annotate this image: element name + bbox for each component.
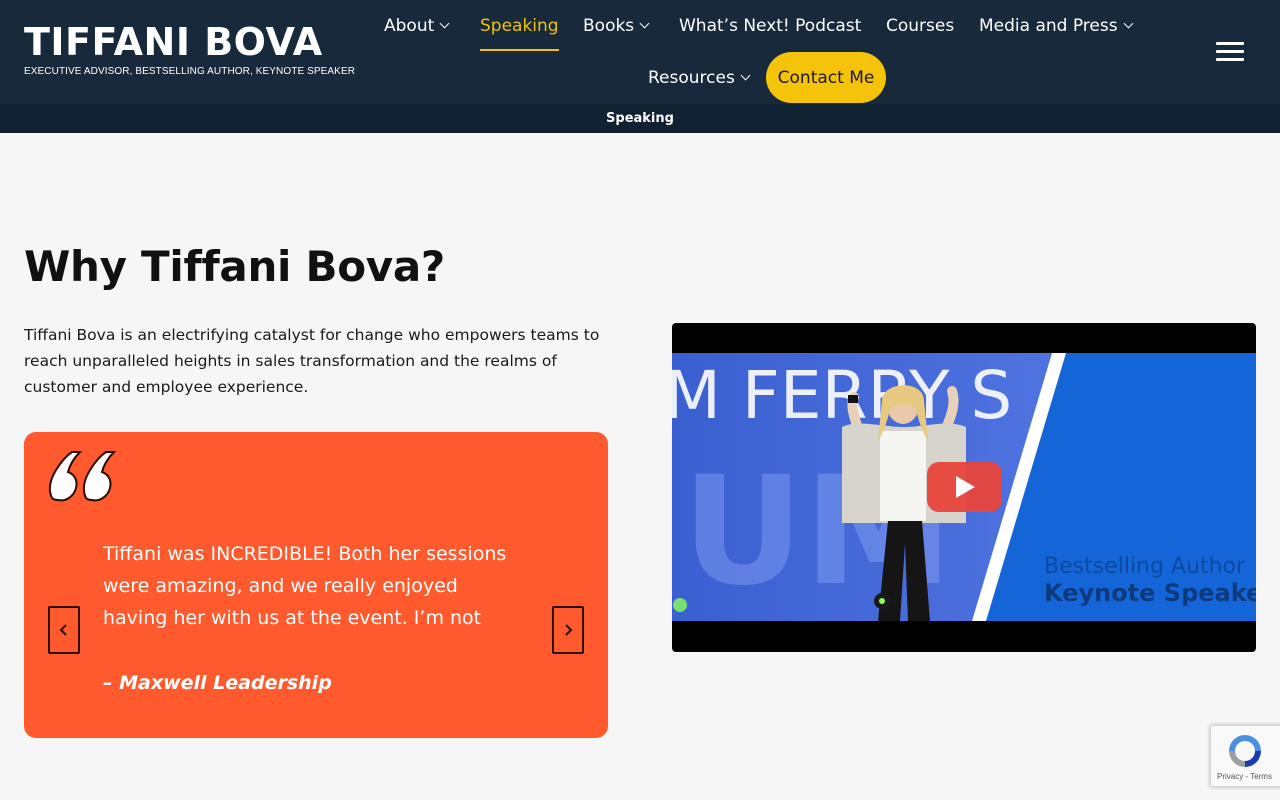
- contact-button[interactable]: Contact Me: [766, 52, 886, 103]
- nav-speaking-label: Speaking: [480, 16, 559, 36]
- quote-icon: [46, 450, 120, 510]
- testimonial-prev-button[interactable]: [48, 606, 80, 654]
- nav-podcast-label: What’s Next! Podcast: [679, 16, 862, 36]
- play-icon: [955, 476, 975, 498]
- logo-tagline: EXECUTIVE ADVISOR, BESTSELLING AUTHOR, K…: [24, 66, 356, 77]
- nav-about[interactable]: About: [384, 14, 450, 38]
- nav-books-label: Books: [583, 16, 635, 36]
- hamburger-menu-icon[interactable]: [1216, 40, 1246, 64]
- nav-books[interactable]: Books: [583, 14, 650, 38]
- recaptcha-terms[interactable]: Privacy - Terms: [1217, 772, 1272, 781]
- recaptcha-icon: [1229, 735, 1261, 767]
- chevron-down-icon: [639, 18, 650, 29]
- nav-courses[interactable]: Courses: [886, 14, 954, 38]
- logo-name: TIFFANI BOVA: [24, 20, 323, 64]
- testimonial-author: – Maxwell Leadership: [103, 672, 332, 694]
- nav-speaking[interactable]: Speaking: [480, 14, 559, 51]
- nav-podcast[interactable]: What’s Next! Podcast: [679, 14, 861, 38]
- testimonial-card: Tiffani was INCREDIBLE! Both her session…: [24, 432, 608, 738]
- recaptcha-badge[interactable]: Privacy - Terms: [1210, 725, 1280, 787]
- testimonial-quote: Tiffani was INCREDIBLE! Both her session…: [103, 543, 507, 629]
- video-backdrop-text: M FERRY S: [672, 357, 1012, 434]
- site-header: TIFFANI BOVA EXECUTIVE ADVISOR, BESTSELL…: [0, 0, 1280, 104]
- video-overlay-line1: Bestselling Author: [1044, 554, 1246, 579]
- nav-courses-label: Courses: [886, 16, 955, 36]
- active-nav-underline: [480, 49, 559, 51]
- nav-resources[interactable]: Resources: [648, 66, 751, 90]
- breadcrumb: Speaking: [0, 104, 1280, 133]
- chevron-left-icon: [59, 624, 67, 636]
- nav-about-label: About: [384, 16, 435, 36]
- chevron-right-icon: [565, 624, 573, 636]
- nav-resources-label: Resources: [648, 68, 735, 88]
- page-title: Why Tiffani Bova?: [24, 242, 445, 291]
- chevron-down-icon: [740, 70, 751, 81]
- chevron-down-icon: [439, 18, 450, 29]
- testimonial-next-button[interactable]: [552, 606, 584, 654]
- nav-media-label: Media and Press: [979, 16, 1118, 36]
- nav-media[interactable]: Media and Press: [979, 14, 1134, 38]
- video-overlay-line2: Keynote Speaker: [1044, 579, 1256, 607]
- intro-paragraph: Tiffani Bova is an electrifying catalyst…: [24, 326, 600, 396]
- video-play-button[interactable]: [927, 462, 1002, 512]
- chevron-down-icon: [1123, 18, 1134, 29]
- breadcrumb-current: Speaking: [606, 111, 674, 126]
- video-embed[interactable]: M FERRY S UM Bestselling Author Keynote …: [672, 323, 1256, 652]
- site-logo[interactable]: TIFFANI BOVA EXECUTIVE ADVISOR, BESTSELL…: [24, 20, 355, 77]
